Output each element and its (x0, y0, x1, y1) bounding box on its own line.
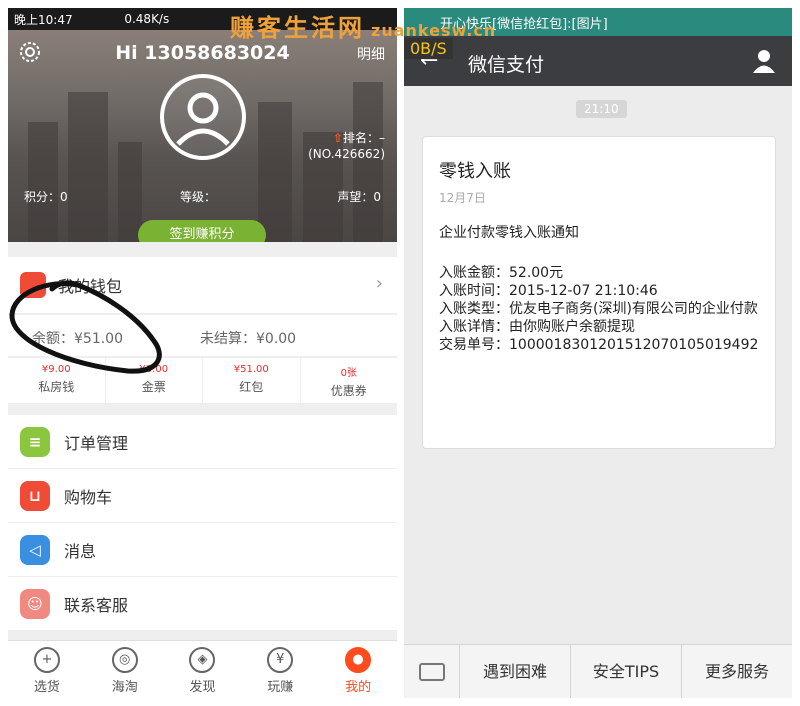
globe-icon: ◎ (111, 647, 138, 673)
menu-item-messages[interactable]: ◁ 消息 (8, 523, 397, 577)
menu-item-service[interactable]: ☺ 联系客服 (8, 577, 397, 631)
rank-up-icon: ⇧ (332, 131, 343, 145)
user-silhouette-icon (176, 92, 230, 146)
basket-icon: + (33, 647, 60, 673)
quad-item-coupon[interactable]: 0张 优惠券 (301, 358, 398, 403)
yen-icon: ¥ (267, 647, 294, 673)
balance-row: 余额：¥51.00 未结算：¥0.00 (8, 314, 397, 356)
quad-item-redpacket[interactable]: ¥51.00 红包 (203, 358, 301, 403)
screenshot: 赚客生活网 zuankesw.cn 晚上10:47 0.48K/s Hi 1305… (0, 0, 800, 706)
right-phone: 开心快乐[微信抢红包]:[图片] 0B/S ← 微信支付 21:10 零钱入账 … (404, 8, 792, 698)
left-phone: 晚上10:47 0.48K/s Hi 13058683024 明细 ⇧排名：– … (8, 8, 397, 698)
detail-time: 入账时间：2015-12-07 21:10:46 (439, 283, 658, 299)
more-services-button[interactable]: 更多服务 (682, 645, 792, 698)
unsettled-amount: 未结算：¥0.00 (200, 331, 297, 347)
bottom-menu: 遇到困难 安全TIPS 更多服务 (404, 644, 792, 698)
balance-amount: 余额：¥51.00 (32, 331, 123, 347)
card-title: 零钱入账 (439, 161, 511, 182)
person-icon: ● (345, 647, 372, 673)
tab-bar: + 选货 ◎ 海淘 ◈ 发现 ¥ 玩赚 ● 我的 (8, 640, 397, 698)
speaker-icon: ◁ (20, 534, 50, 565)
avatar[interactable] (160, 74, 246, 160)
service-icon: ☺ (20, 588, 50, 619)
help-button[interactable]: 遇到困难 (460, 645, 571, 698)
points: 积分：0 (24, 190, 68, 204)
tab-discover[interactable]: ◈ 发现 (164, 641, 242, 698)
nav-title: 微信支付 (468, 54, 545, 76)
tab-earn[interactable]: ¥ 玩赚 (241, 641, 319, 698)
status-time: 晚上10:47 (14, 12, 73, 27)
wallet-breakdown: ¥9.00 私房钱 ¥0.00 金票 ¥51.00 红包 0张 优惠券 (8, 357, 397, 403)
payment-card[interactable]: 零钱入账 12月7日 企业付款零钱入账通知 入账金额：52.00元 入账时间：2… (422, 136, 776, 449)
tab-overseas[interactable]: ◎ 海淘 (86, 641, 164, 698)
card-details: 入账金额：52.00元 入账时间：2015-12-07 21:10:46 入账类… (439, 264, 759, 354)
detail-info: 入账详情：由你购账户余额提现 (439, 319, 635, 335)
greeting: Hi 13058683024 (115, 42, 290, 64)
level: 等级： (180, 190, 217, 204)
detail-amount: 入账金额：52.00元 (439, 265, 564, 281)
card-date: 12月7日 (439, 191, 486, 205)
wallet-row[interactable]: 我的钱包 › (8, 257, 397, 313)
menu-item-cart[interactable]: ⊔ 购物车 (8, 469, 397, 523)
tab-select[interactable]: + 选货 (8, 641, 86, 698)
cart-icon: ⊔ (20, 480, 50, 511)
watermark: 赚客生活网 zuankesw.cn (230, 14, 497, 42)
nav-bar: ← 微信支付 (404, 36, 792, 86)
tab-mine[interactable]: ● 我的 (319, 641, 397, 698)
menu-item-orders[interactable]: ≡ 订单管理 (8, 415, 397, 469)
keyboard-icon[interactable] (404, 645, 460, 698)
security-tips-button[interactable]: 安全TIPS (571, 645, 682, 698)
profile-header: Hi 13058683024 明细 ⇧排名：– (NO.426662) 积分：0… (8, 30, 397, 242)
status-speed: 0.48K/s (124, 12, 170, 26)
user-icon[interactable] (752, 48, 776, 74)
detail-type: 入账类型：优友电子商务(深圳)有限公司的企业付款 (439, 301, 758, 317)
reputation: 声望：0 (337, 190, 381, 204)
sign-in-button[interactable]: 签到赚积分 (138, 220, 266, 242)
order-icon: ≡ (20, 426, 50, 457)
message-time: 21:10 (576, 100, 627, 118)
detail-link[interactable]: 明细 (357, 44, 385, 64)
chevron-right-icon: › (375, 273, 383, 294)
detail-serial: 交易单号：1000018301201512070105019492 (439, 337, 759, 353)
compass-icon: ◈ (189, 647, 216, 673)
menu-list: ≡ 订单管理 ⊔ 购物车 ◁ 消息 ☺ 联系客服 (8, 415, 397, 631)
rank: ⇧排名：– (NO.426662) (308, 131, 385, 161)
quad-item-gold[interactable]: ¥0.00 金票 (106, 358, 203, 403)
card-notice: 企业付款零钱入账通知 (439, 225, 579, 241)
wallet-icon (20, 272, 46, 298)
quad-item-private[interactable]: ¥9.00 私房钱 (8, 358, 106, 403)
wallet-label: 我的钱包 (58, 277, 123, 296)
